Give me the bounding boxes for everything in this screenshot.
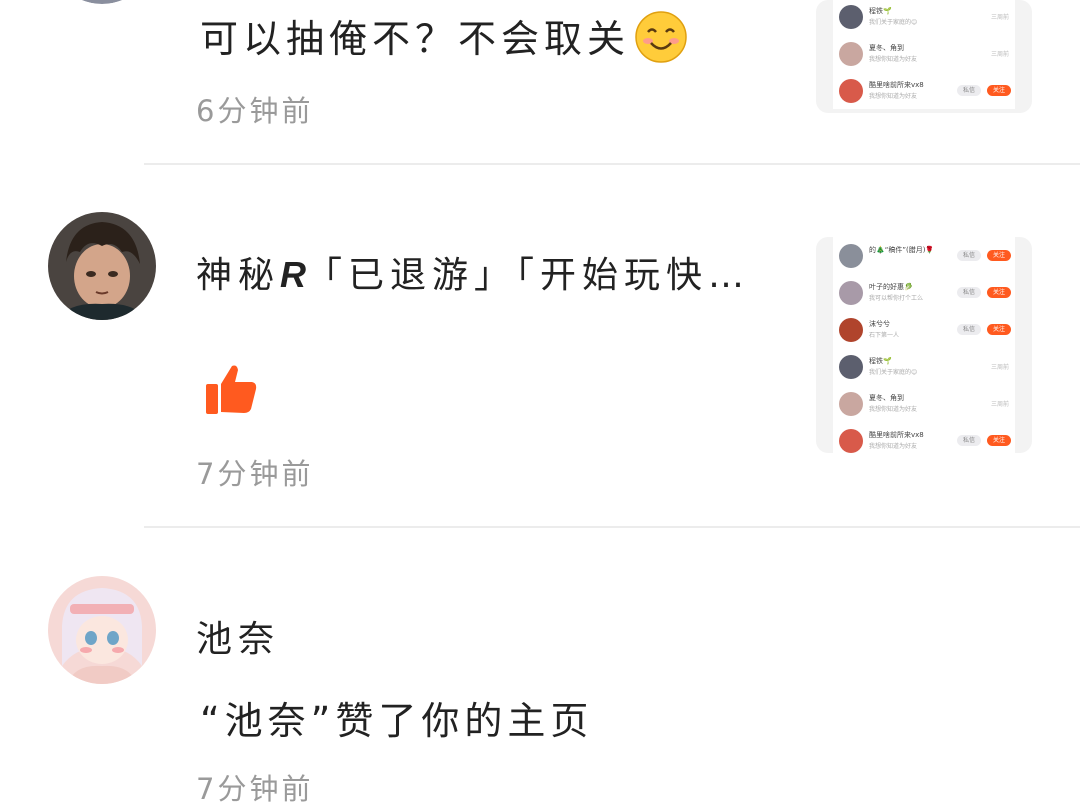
thumb-row: 酷里啥前所来vx8 我想你知道为好友 私信 关注 (833, 422, 1015, 453)
thumb-row: 夏冬、角到 我想你知道为好友 三周前 (833, 35, 1015, 72)
notification-text: “池奈”赞了你的主页 (200, 699, 594, 743)
smiling-face-icon (635, 11, 687, 63)
thumb-row: 酷里啥前所来vx8 我想你知道为好友 私信 关注 (833, 72, 1015, 109)
post-thumbnail[interactable]: 程铁🌱 我们关于家庭的😊 三周前 夏冬、角到 我想你知道为好友 三周前 酷里啥前… (816, 0, 1032, 113)
thumbs-up-icon (206, 365, 257, 414)
notification-item[interactable]: 神秘R「已退游」「开始玩快… 7分钟前 的🎄“稿件”(腊月)🌹 私信 关注 叶子… (0, 164, 1080, 526)
notification-item[interactable]: 池奈 “池奈”赞了你的主页 7分钟前 (0, 528, 1080, 810)
post-thumbnail[interactable]: 的🎄“稿件”(腊月)🌹 私信 关注 叶子的好惠🥬 我可以帮你打个工么 私信 关注… (816, 237, 1032, 453)
thumb-row: 夏冬、角到 我想你知道为好友 三周前 (833, 385, 1015, 422)
timestamp: 7分钟前 (196, 772, 314, 806)
avatar[interactable] (48, 0, 156, 4)
thumb-row: 的🎄“稿件”(腊月)🌹 私信 关注 (833, 237, 1015, 274)
thumb-row: 叶子的好惠🥬 我可以帮你打个工么 私信 关注 (833, 274, 1015, 311)
notification-text: 可以抽俺不？不会取关 (200, 8, 688, 64)
timestamp: 6分钟前 (196, 94, 314, 128)
username[interactable]: 池奈 (196, 610, 280, 662)
thumb-row: 程铁🌱 我们关于家庭的😊 三周前 (833, 348, 1015, 385)
avatar[interactable] (48, 212, 156, 320)
timestamp: 7分钟前 (196, 457, 314, 491)
username[interactable]: 神秘R「已退游」「开始玩快… (196, 246, 750, 298)
thumb-row: 沫兮兮 石下第一人 私信 关注 (833, 311, 1015, 348)
notification-item[interactable]: 可以抽俺不？不会取关 6分钟前 程铁🌱 我们关于家庭的😊 三周前 夏冬、角到 我… (0, 0, 1080, 164)
thumb-row: 程铁🌱 我们关于家庭的😊 三周前 (833, 0, 1015, 35)
avatar[interactable] (48, 576, 156, 684)
